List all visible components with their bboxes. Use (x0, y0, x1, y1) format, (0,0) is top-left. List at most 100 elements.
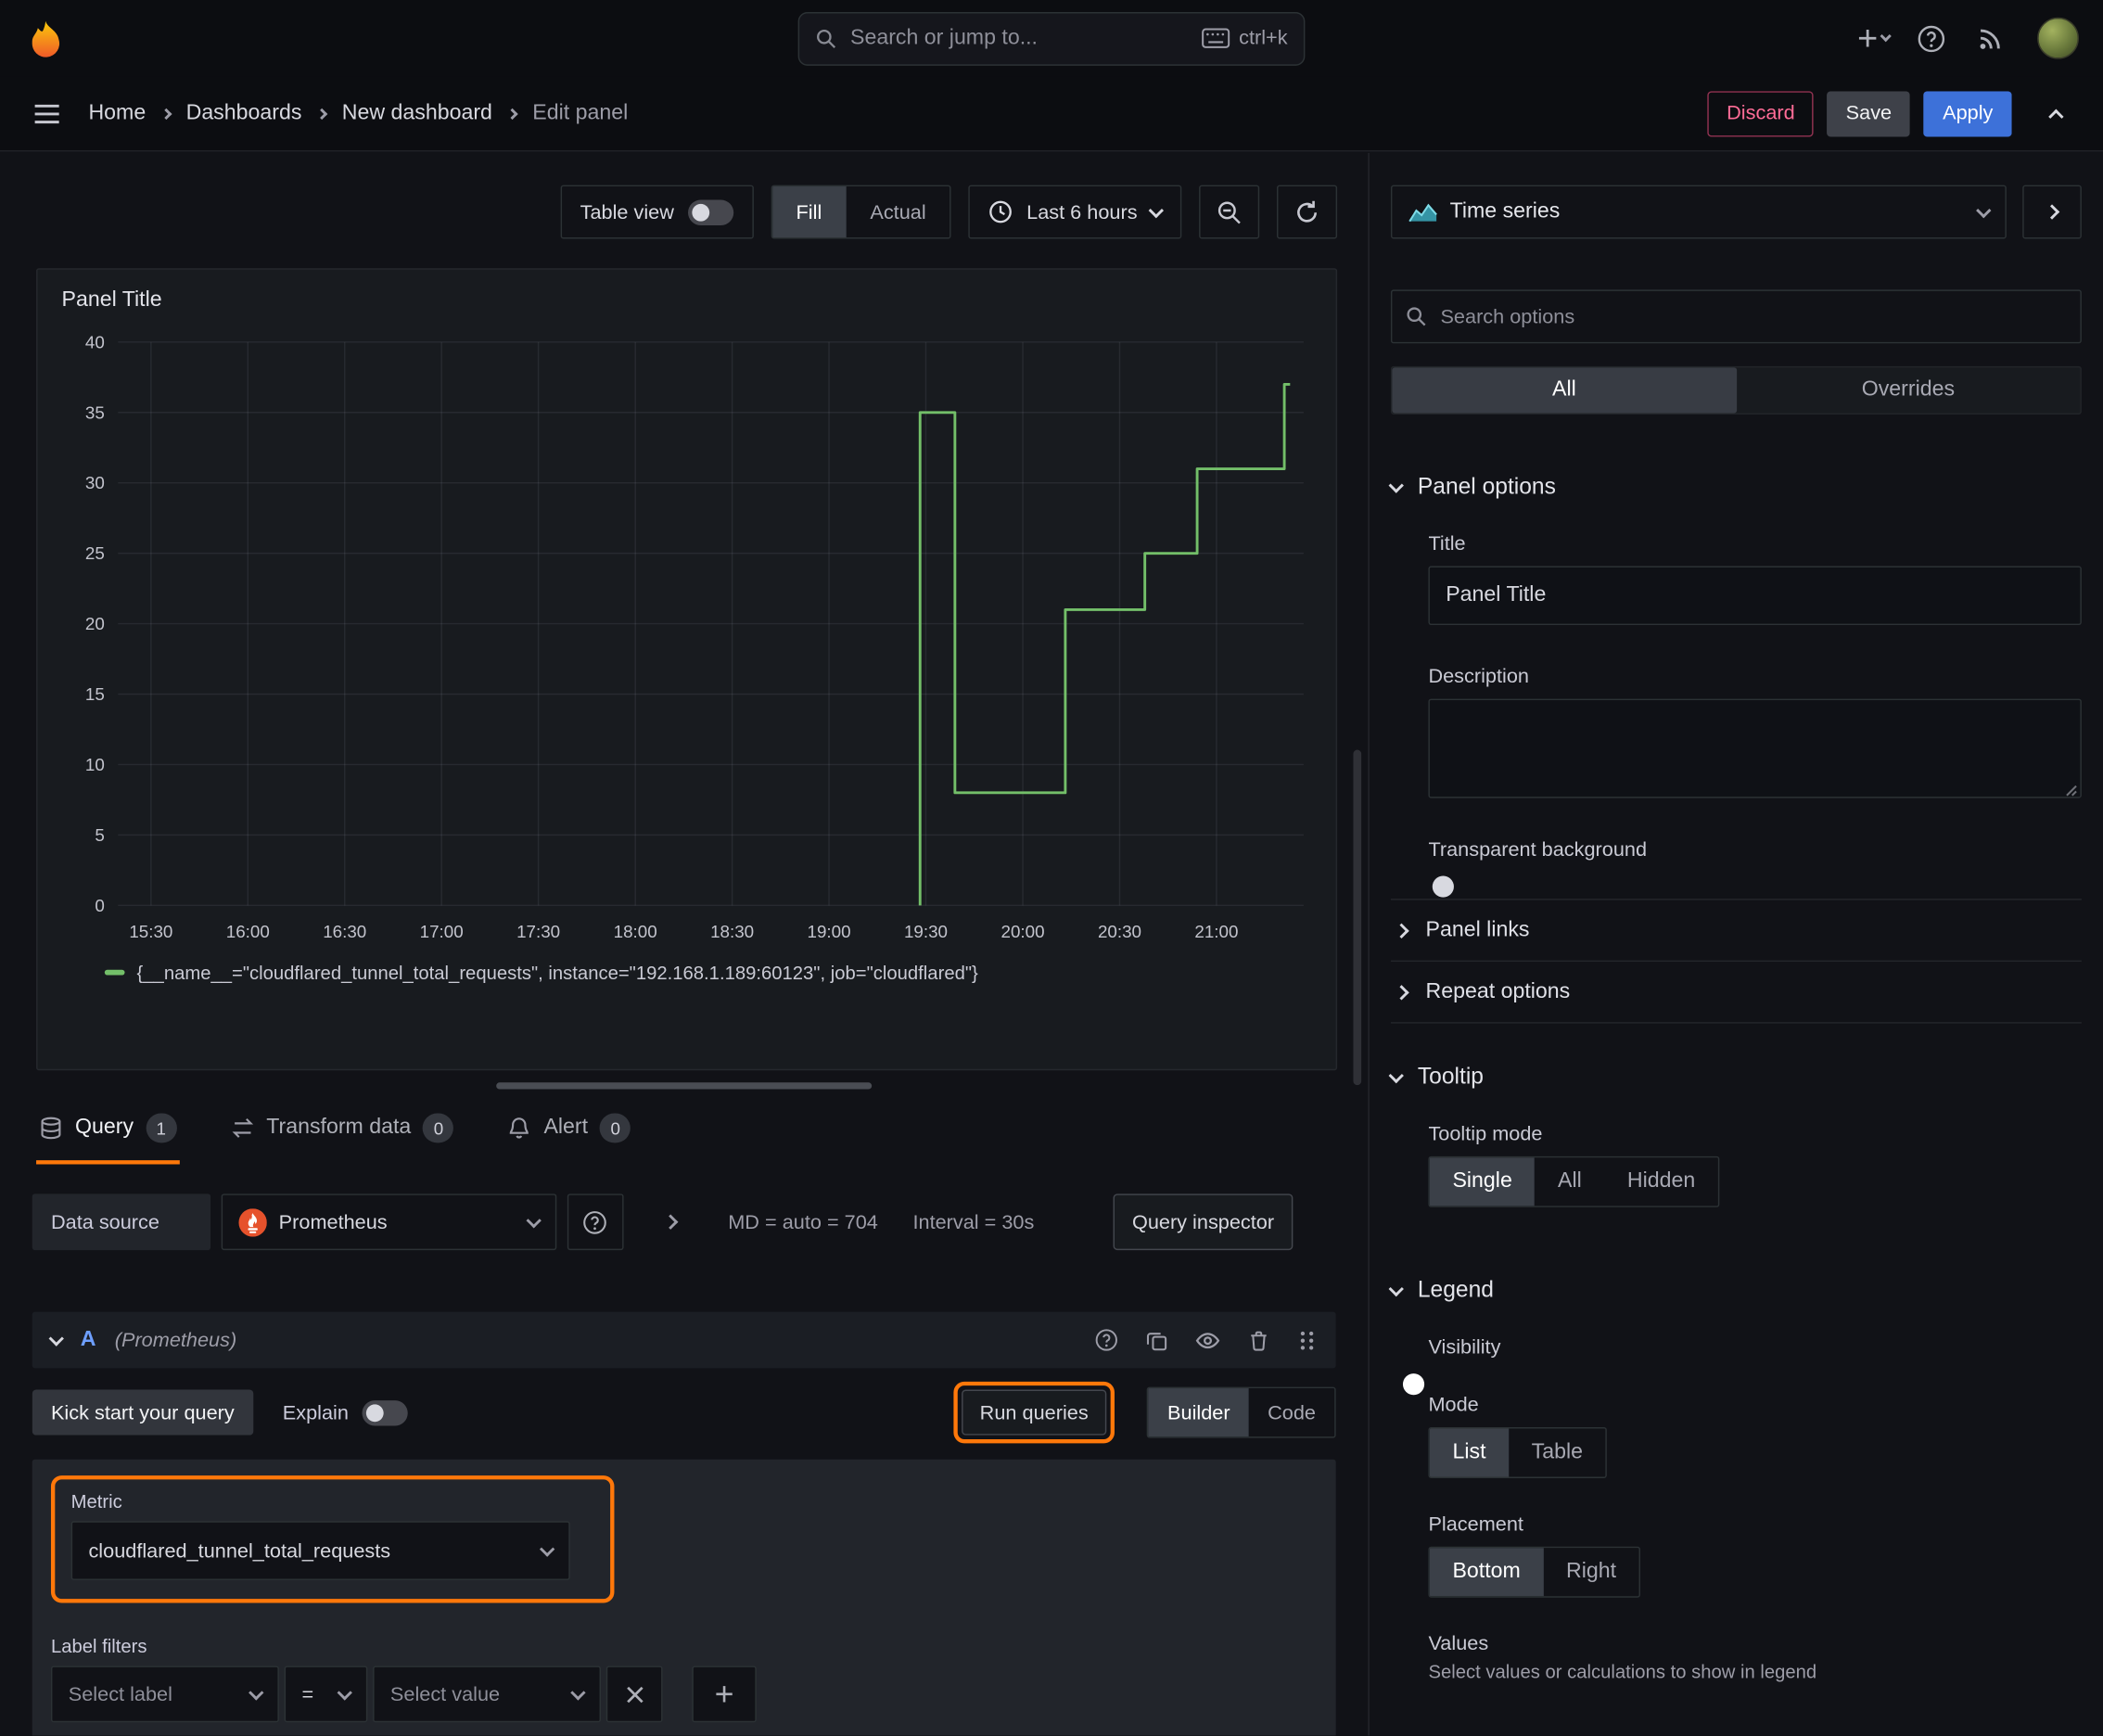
tooltip-mode-hidden[interactable]: Hidden (1604, 1157, 1718, 1206)
chevron-down-icon (1388, 1281, 1404, 1296)
code-option[interactable]: Code (1249, 1388, 1334, 1436)
breadcrumb-home[interactable]: Home (88, 101, 146, 125)
options-search[interactable] (1390, 289, 2082, 344)
metric-label: Metric (70, 1489, 122, 1513)
user-avatar[interactable] (2037, 17, 2079, 59)
search-icon (1407, 307, 1426, 326)
repeat-options-section[interactable]: Repeat options (1390, 962, 2082, 1024)
builder-code-toggle: Builder Code (1147, 1386, 1336, 1438)
refresh-button[interactable] (1276, 185, 1338, 239)
legend-mode-list[interactable]: List (1429, 1428, 1510, 1477)
tab-query-label: Query (74, 1116, 134, 1140)
grafana-logo-icon[interactable] (24, 17, 67, 59)
apply-button[interactable]: Apply (1923, 90, 2012, 136)
tab-all-options[interactable]: All (1392, 367, 1737, 414)
legend-placement-right[interactable]: Right (1543, 1548, 1638, 1596)
time-range-label: Last 6 hours (1026, 200, 1138, 223)
select-value-dropdown[interactable]: Select value (373, 1666, 601, 1723)
kick-start-query-button[interactable]: Kick start your query (32, 1389, 253, 1436)
panel-description-textarea[interactable] (1428, 698, 2082, 798)
query-help-icon[interactable] (1094, 1328, 1118, 1352)
max-data-points-summary: MD = auto = 704 (728, 1210, 878, 1233)
datasource-help-button[interactable] (567, 1194, 624, 1251)
prometheus-icon (238, 1207, 267, 1236)
scrollbar-thumb[interactable] (1353, 749, 1362, 1086)
legend-values-help: Select values or calculations to show in… (1428, 1660, 1817, 1682)
builder-option[interactable]: Builder (1148, 1388, 1249, 1437)
tab-transform-label: Transform data (266, 1116, 412, 1140)
collapsed-sections: Panel links Repeat options (1390, 899, 2082, 1024)
keyboard-icon (1201, 28, 1230, 48)
breadcrumb-dashboards[interactable]: Dashboards (186, 101, 302, 125)
svg-text:18:30: 18:30 (710, 922, 754, 941)
panel-preview: Panel Title 15:30 16:00 16:30 17:00 17:30 18:… (36, 268, 1338, 1071)
query-editor: Data source Prometheus MD = auto = 704 I… (0, 1164, 1368, 1736)
tab-query[interactable]: Query 1 (36, 1103, 180, 1165)
add-filter-button[interactable] (692, 1666, 757, 1723)
svg-text:10: 10 (85, 755, 105, 774)
tab-transform-data[interactable]: Transform data 0 (227, 1103, 456, 1165)
save-button[interactable]: Save (1827, 90, 1911, 136)
explain-toggle[interactable] (362, 1399, 408, 1425)
global-search-placeholder: Search or jump to... (850, 26, 1038, 49)
query-options-expand-button[interactable] (647, 1199, 693, 1245)
visualization-name: Time series (1449, 199, 1561, 223)
tab-alert[interactable]: Alert 0 (505, 1103, 634, 1165)
metric-value: cloudflared_tunnel_total_requests (88, 1538, 391, 1563)
collapse-query-icon[interactable] (48, 1330, 64, 1346)
help-button[interactable] (1908, 16, 1954, 61)
visualization-picker[interactable]: Time series (1390, 185, 2007, 239)
chart-legend[interactable]: {__name__="cloudflared_tunnel_total_requ… (104, 962, 1315, 983)
fill-option[interactable]: Fill (771, 186, 847, 238)
panel-title[interactable]: Panel Title (62, 288, 1315, 313)
legend-placement-bottom[interactable]: Bottom (1429, 1548, 1544, 1597)
chevron-right-icon (2044, 204, 2060, 220)
datasource-picker[interactable]: Prometheus (221, 1194, 557, 1251)
global-search-input[interactable]: Search or jump to... ctrl+k (797, 11, 1306, 66)
legend-header[interactable]: Legend (1388, 1277, 2082, 1304)
collapse-options-pane-button[interactable] (2022, 185, 2082, 239)
table-view-toggle[interactable] (687, 198, 733, 225)
database-icon (41, 1117, 61, 1140)
toggle-visibility-icon[interactable] (1195, 1327, 1220, 1352)
run-queries-button[interactable]: Run queries (961, 1389, 1107, 1436)
legend-mode-label: Mode (1428, 1393, 1479, 1417)
delete-query-icon[interactable] (1247, 1329, 1270, 1352)
operator-dropdown[interactable]: = (284, 1666, 368, 1723)
remove-filter-button[interactable] (605, 1666, 663, 1723)
panel-title-input[interactable] (1428, 566, 2082, 626)
query-row-actions (1094, 1327, 1317, 1352)
legend-mode-group: List Table (1428, 1426, 1608, 1478)
resize-handle-icon[interactable] (2064, 784, 2077, 797)
options-search-input[interactable] (1440, 305, 2067, 328)
tooltip-mode-single[interactable]: Single (1429, 1157, 1536, 1206)
explain-label: Explain (282, 1400, 349, 1424)
add-menu-button[interactable] (1851, 27, 1895, 50)
pane-resize-handle[interactable] (496, 1082, 873, 1090)
query-inspector-button[interactable]: Query inspector (1113, 1194, 1294, 1251)
panel-options-header[interactable]: Panel options (1388, 474, 2082, 501)
panel-links-section[interactable]: Panel links (1390, 900, 2082, 963)
actual-option[interactable]: Actual (846, 186, 950, 237)
drag-handle-icon[interactable] (1297, 1329, 1318, 1352)
search-icon (817, 29, 836, 48)
menu-toggle-button[interactable] (24, 91, 70, 136)
tooltip-mode-all[interactable]: All (1535, 1157, 1604, 1206)
panel-actions: Discard Save Apply (1707, 90, 2079, 136)
duplicate-query-icon[interactable] (1145, 1329, 1168, 1352)
news-feed-button[interactable] (1968, 16, 2013, 61)
tab-overrides[interactable]: Overrides (1736, 367, 2080, 413)
svg-text:19:30: 19:30 (904, 922, 948, 941)
discard-button[interactable]: Discard (1707, 90, 1814, 136)
collapse-navbar-button[interactable] (2033, 91, 2079, 136)
time-range-picker[interactable]: Last 6 hours (968, 185, 1182, 239)
select-label-dropdown[interactable]: Select label (50, 1666, 279, 1723)
query-ref-id[interactable]: A (81, 1328, 96, 1352)
svg-text:16:00: 16:00 (226, 922, 270, 941)
legend-mode-table[interactable]: Table (1509, 1428, 1606, 1476)
chevron-down-icon (1388, 1067, 1404, 1083)
zoom-out-button[interactable] (1199, 185, 1260, 239)
tooltip-header[interactable]: Tooltip (1388, 1064, 2082, 1091)
breadcrumb-new-dashboard[interactable]: New dashboard (342, 101, 492, 125)
metric-select[interactable]: cloudflared_tunnel_total_requests (70, 1521, 570, 1580)
